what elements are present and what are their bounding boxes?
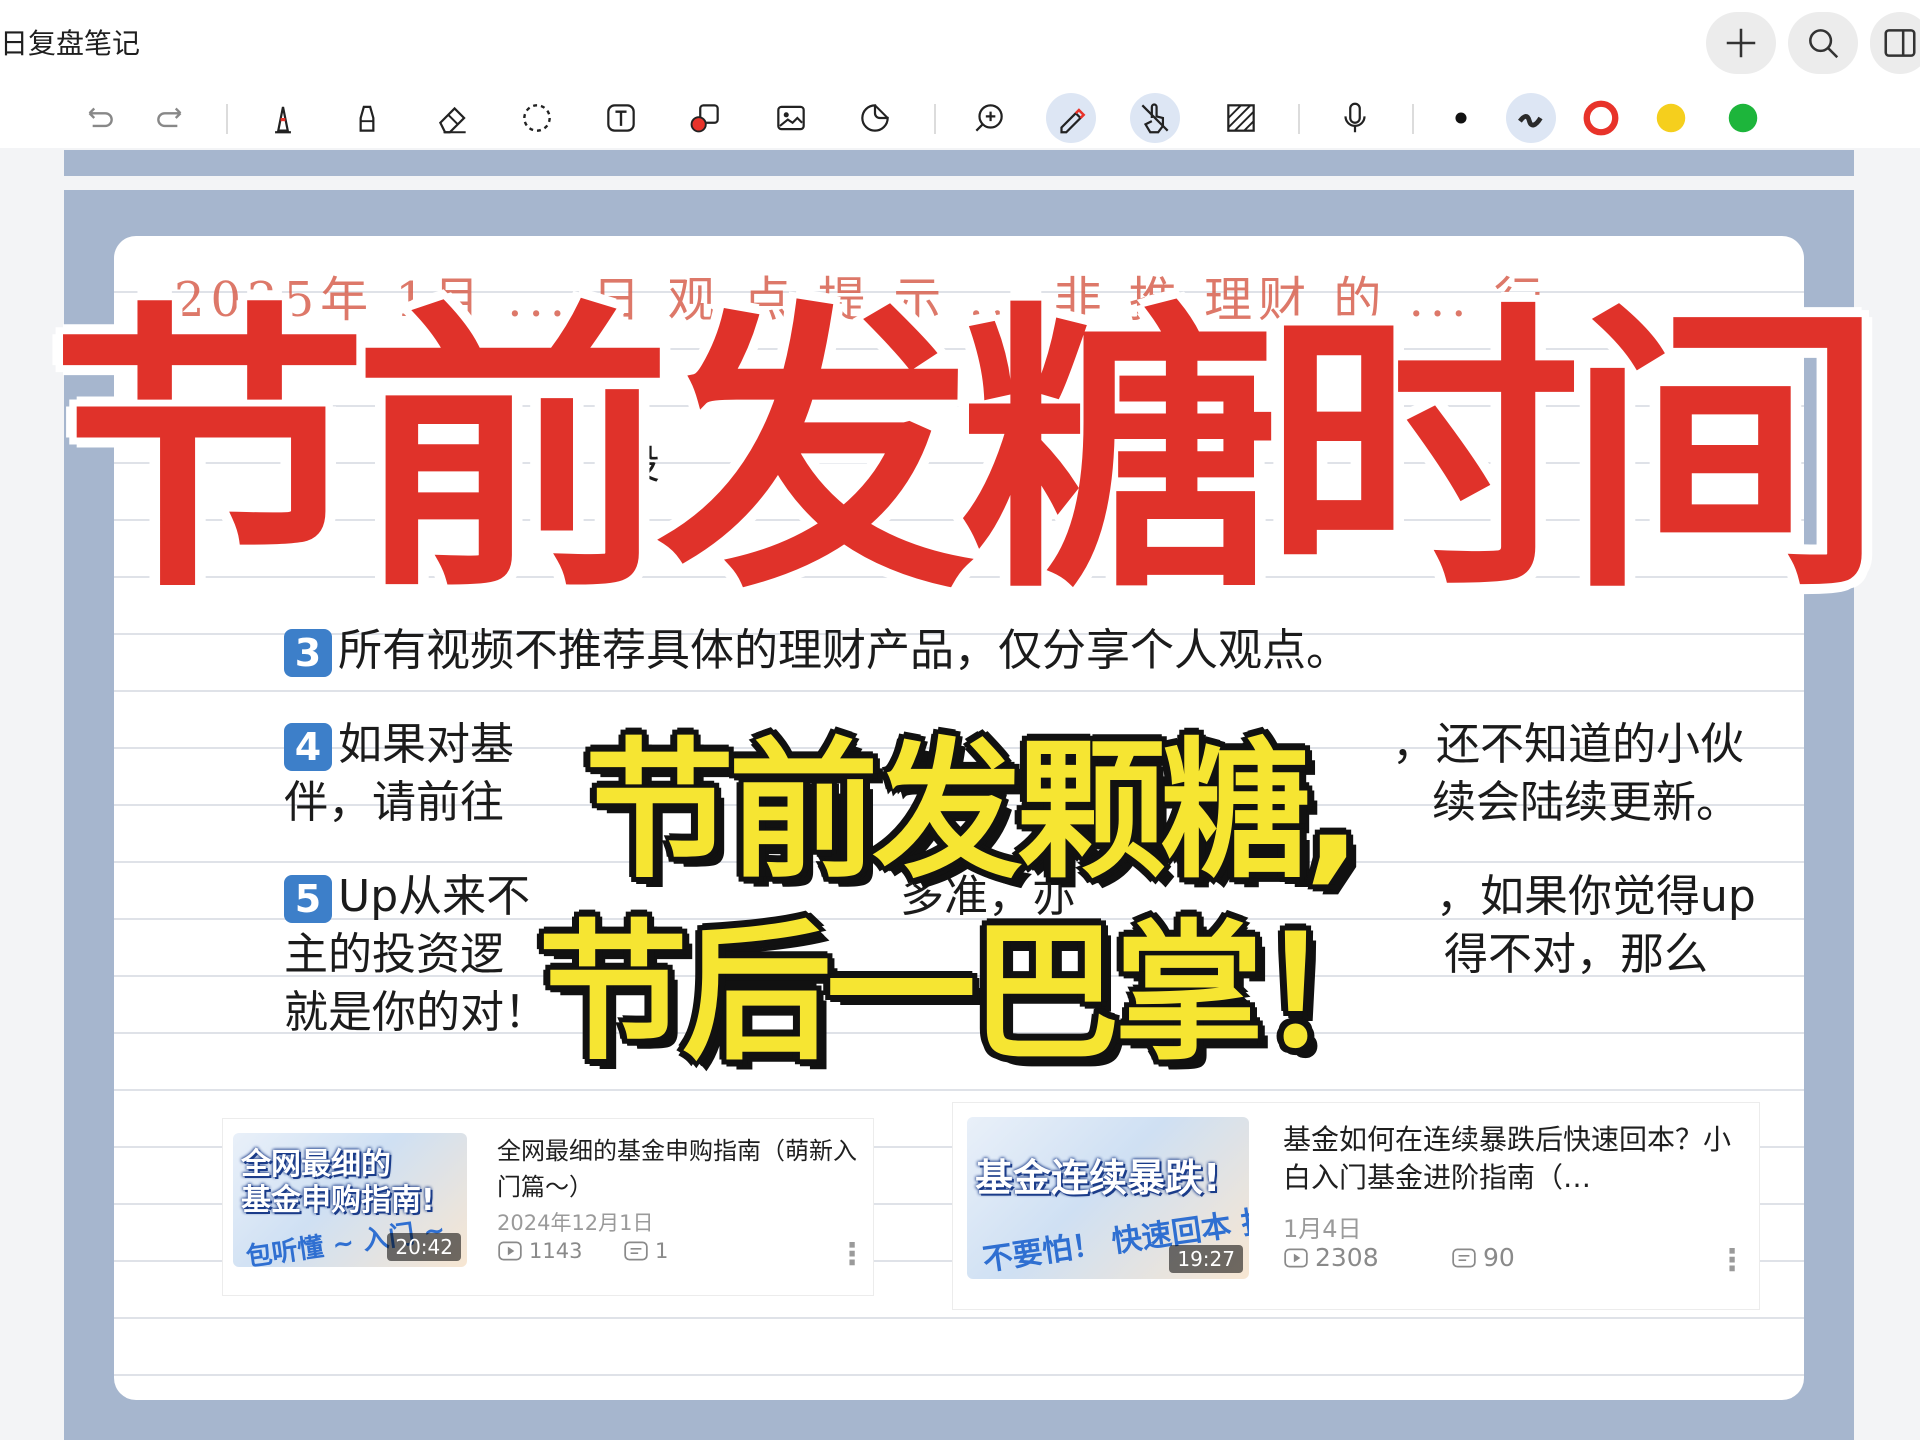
note-line-text: 如果对基 <box>338 719 514 770</box>
pen-size-dot[interactable] <box>1436 93 1486 143</box>
video-card[interactable]: 全网最细的 基金申购指南! 包听懂 ~ 入门 ~ 20:42 全网最细的基金申购… <box>222 1118 874 1296</box>
note-line-tail: 得不对，那么 <box>1444 929 1708 980</box>
lasso-icon <box>523 104 551 132</box>
sticker-tool[interactable] <box>850 93 900 143</box>
number-badge: 5 <box>284 875 332 923</box>
add-button[interactable] <box>1706 12 1776 74</box>
touch-draw-tool[interactable] <box>1130 93 1180 143</box>
pencil-mode-tool[interactable] <box>1046 93 1096 143</box>
app-title: 日复盘笔记 <box>0 27 141 60</box>
shape-icon <box>690 104 719 133</box>
play-icon <box>1284 1247 1308 1268</box>
microphone-button[interactable] <box>1330 93 1380 143</box>
redo-icon <box>157 107 182 128</box>
play-count-value: 1143 <box>529 1239 583 1263</box>
highlighter-tool[interactable] <box>342 93 392 143</box>
video-card[interactable]: 基金连续暴跌! 不要怕！ 快速回本 指南 19:27 基金如何在连续暴跌后快速回… <box>952 1102 1760 1310</box>
video-duration: 19:27 <box>1169 1245 1243 1273</box>
pen-color-swatch-3[interactable] <box>1718 93 1768 143</box>
pen-tool[interactable] <box>258 93 308 143</box>
video-title[interactable]: 基金如何在连续暴跌后快速回本？小白入门基金进阶指南（… <box>1283 1121 1733 1197</box>
eraser-icon <box>438 106 466 134</box>
undo-icon <box>88 107 113 128</box>
note-line-text: 就是你的对！ <box>284 987 548 1038</box>
shape-tool[interactable] <box>680 93 730 143</box>
comment-count-value: 90 <box>1483 1243 1515 1272</box>
scribble-icon <box>1518 114 1543 128</box>
video-thumbnail[interactable]: 基金连续暴跌! 不要怕！ 快速回本 指南 19:27 <box>967 1117 1249 1279</box>
title-bar: 日复盘笔记 <box>0 0 1920 86</box>
search-button[interactable] <box>1788 12 1858 74</box>
pencil-mode-icon <box>1060 108 1086 134</box>
play-icon <box>498 1241 522 1261</box>
note-line-tail: ，还不知道的小伙 <box>1392 719 1744 770</box>
pen-color-swatch-2[interactable] <box>1646 93 1696 143</box>
pen-icon <box>275 106 291 134</box>
redo-button[interactable] <box>146 93 196 143</box>
note-line-text: 主的投资逻 <box>284 929 504 980</box>
caption-line-2: 节后一巴掌！ <box>537 907 1408 1081</box>
zoom-icon <box>975 104 1003 132</box>
comment-icon <box>624 1241 648 1261</box>
toolbar-divider <box>934 104 936 134</box>
texture-tool[interactable] <box>1216 93 1266 143</box>
microphone-icon <box>1344 102 1366 133</box>
video-date: 2024年12月1日 <box>497 1211 654 1235</box>
thumbnail-text: 基金连续暴跌! <box>975 1156 1221 1200</box>
video-date: 1月4日 <box>1283 1215 1362 1243</box>
more-options-icon[interactable]: ⋮ <box>1717 1243 1747 1278</box>
comment-icon <box>1452 1247 1476 1268</box>
previous-page-edge <box>64 150 1854 176</box>
number-badge: 4 <box>284 723 332 771</box>
toolbar-divider <box>226 104 228 134</box>
note-line-text: Up从来不 <box>338 871 531 922</box>
color-dot-icon <box>1656 103 1686 133</box>
image-icon <box>777 105 805 131</box>
text-tool[interactable] <box>596 93 646 143</box>
note-line-text: 伴，请前往 <box>284 777 504 828</box>
panel-icon <box>1884 29 1916 57</box>
color-ring-icon <box>1583 100 1619 136</box>
color-dot-icon <box>1728 103 1758 133</box>
touch-draw-icon <box>1141 103 1169 134</box>
headline-text: 节前发糖时间 <box>50 279 1885 628</box>
toolbar-divider <box>1412 104 1414 134</box>
image-tool[interactable] <box>766 93 816 143</box>
comment-count: 90 <box>1451 1243 1515 1272</box>
dot-icon <box>1455 112 1467 124</box>
sticker-icon <box>861 104 889 132</box>
note-line-4: 4 如果对基 <box>284 716 514 774</box>
pen-color-swatch-1[interactable] <box>1576 93 1626 143</box>
note-line-5: 5 Up从来不 <box>284 868 530 926</box>
video-title[interactable]: 全网最细的基金申购指南（萌新入门篇～） <box>497 1133 857 1205</box>
more-options-icon[interactable]: ⋮ <box>837 1237 867 1272</box>
comment-count: 1 <box>623 1239 668 1263</box>
note-line-tail: 续会陆续更新。 <box>1432 777 1740 828</box>
play-count: 2308 <box>1283 1243 1379 1272</box>
pen-color-swatch-0[interactable] <box>1506 93 1556 143</box>
search-icon <box>1809 29 1839 59</box>
highlighter-icon <box>359 105 375 132</box>
undo-button[interactable] <box>74 93 124 143</box>
comment-count-value: 1 <box>655 1239 669 1263</box>
text-box-icon <box>607 104 635 132</box>
panel-button[interactable] <box>1870 12 1920 74</box>
eraser-tool[interactable] <box>428 93 478 143</box>
headline-overlay: 节前发糖时间 <box>0 262 1920 628</box>
drawing-toolbar <box>0 86 1920 149</box>
note-line-tail: ，如果你觉得up <box>1436 871 1756 922</box>
zoom-tool[interactable] <box>964 93 1014 143</box>
video-thumbnail[interactable]: 全网最细的 基金申购指南! 包听懂 ~ 入门 ~ 20:42 <box>233 1133 467 1267</box>
play-count-value: 2308 <box>1315 1243 1379 1272</box>
video-duration: 20:42 <box>387 1233 461 1261</box>
texture-icon <box>1227 104 1255 132</box>
lasso-tool[interactable] <box>512 93 562 143</box>
toolbar-divider <box>1298 104 1300 134</box>
play-count: 1143 <box>497 1239 582 1263</box>
add-icon <box>1726 28 1756 58</box>
